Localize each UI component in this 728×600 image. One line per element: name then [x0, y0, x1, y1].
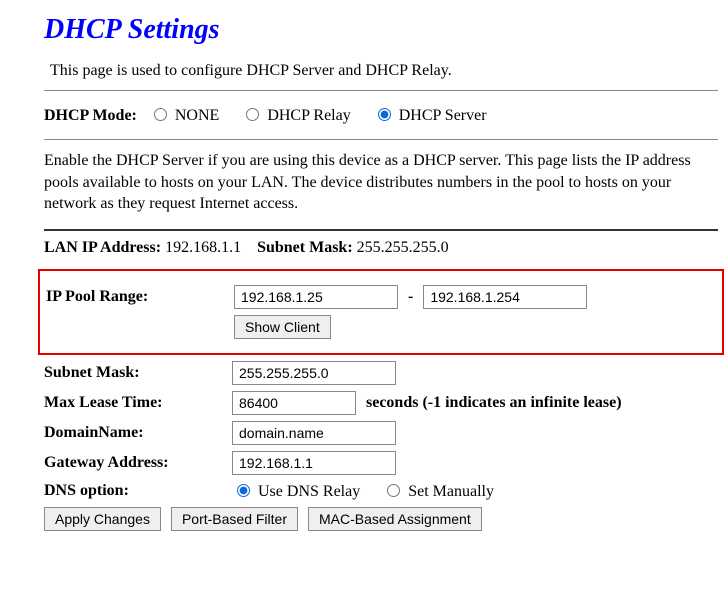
description-text: Enable the DHCP Server if you are using …: [44, 150, 718, 215]
port-based-filter-button[interactable]: Port-Based Filter: [171, 507, 298, 531]
divider: [44, 90, 718, 91]
ip-pool-highlight: IP Pool Range: - Show Client: [38, 269, 724, 355]
dhcp-mode-server-label: DHCP Server: [399, 107, 487, 124]
lan-ip-label: LAN IP Address:: [44, 239, 161, 256]
apply-changes-button[interactable]: Apply Changes: [44, 507, 161, 531]
intro-text: This page is used to configure DHCP Serv…: [44, 62, 718, 80]
max-lease-suffix: seconds (-1 indicates an infinite lease): [366, 394, 622, 412]
max-lease-row: Max Lease Time: seconds (-1 indicates an…: [44, 391, 718, 415]
mac-based-assignment-button[interactable]: MAC-Based Assignment: [308, 507, 482, 531]
dhcp-mode-row: DHCP Mode: NONE DHCP Relay DHCP Server: [44, 105, 718, 125]
subnet-mask-row: Subnet Mask:: [44, 361, 718, 385]
section-divider: [44, 229, 718, 231]
gateway-row: Gateway Address:: [44, 451, 718, 475]
lan-info: LAN IP Address: 192.168.1.1 Subnet Mask:…: [44, 239, 718, 257]
dhcp-mode-none-radio[interactable]: [154, 108, 167, 121]
gateway-label: Gateway Address:: [44, 454, 232, 472]
ip-pool-start-input[interactable]: [234, 285, 398, 309]
gateway-input[interactable]: [232, 451, 396, 475]
page-title: DHCP Settings: [44, 14, 718, 46]
ip-pool-label: IP Pool Range:: [46, 288, 234, 306]
ip-pool-end-input[interactable]: [423, 285, 587, 309]
button-row: Apply Changes Port-Based Filter MAC-Base…: [44, 507, 718, 531]
dhcp-mode-none[interactable]: NONE: [149, 107, 223, 124]
dhcp-mode-label: DHCP Mode:: [44, 107, 137, 124]
divider: [44, 139, 718, 140]
dhcp-mode-server-radio[interactable]: [378, 108, 391, 121]
ip-pool-row: IP Pool Range: -: [46, 285, 716, 309]
lan-mask-label: Subnet Mask:: [257, 239, 353, 256]
domain-name-row: DomainName:: [44, 421, 718, 445]
max-lease-label: Max Lease Time:: [44, 394, 232, 412]
domain-name-input[interactable]: [232, 421, 396, 445]
subnet-mask-input[interactable]: [232, 361, 396, 385]
dash-icon: -: [402, 288, 419, 306]
dns-relay-option[interactable]: Use DNS Relay: [232, 481, 360, 501]
lan-mask-value: 255.255.255.0: [357, 239, 449, 256]
dhcp-mode-none-label: NONE: [175, 107, 219, 124]
show-client-button[interactable]: Show Client: [234, 315, 331, 339]
dhcp-mode-relay-radio[interactable]: [246, 108, 259, 121]
subnet-mask-label: Subnet Mask:: [44, 364, 232, 382]
lan-ip-value: 192.168.1.1: [165, 239, 241, 256]
dns-option-label: DNS option:: [44, 482, 232, 500]
dhcp-mode-relay[interactable]: DHCP Relay: [241, 107, 354, 124]
dns-relay-label: Use DNS Relay: [258, 483, 360, 500]
dns-option-row: DNS option: Use DNS Relay Set Manually: [44, 481, 718, 501]
max-lease-input[interactable]: [232, 391, 356, 415]
show-client-row: Show Client: [46, 315, 716, 339]
dns-manual-label: Set Manually: [408, 483, 494, 500]
dhcp-mode-relay-label: DHCP Relay: [267, 107, 350, 124]
dhcp-mode-server[interactable]: DHCP Server: [373, 107, 487, 124]
dns-manual-radio[interactable]: [387, 484, 400, 497]
domain-name-label: DomainName:: [44, 424, 232, 442]
dns-relay-radio[interactable]: [237, 484, 250, 497]
dns-manual-option[interactable]: Set Manually: [382, 481, 494, 501]
